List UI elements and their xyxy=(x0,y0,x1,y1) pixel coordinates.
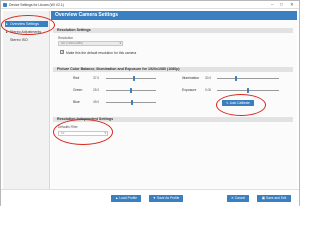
resolution-independent-header: Resolution Independent Settings xyxy=(53,117,293,122)
exposure-label: Exposure xyxy=(182,88,197,92)
red-label: Red xyxy=(73,76,80,80)
close-icon: ✕ xyxy=(230,196,234,200)
save-icon: ▣ xyxy=(261,196,265,200)
red-slider-thumb[interactable] xyxy=(132,76,135,81)
illumination-label: Illumination xyxy=(182,76,200,80)
sidebar-item-stereo-iso[interactable]: Stereo ISO xyxy=(5,37,48,43)
red-slider[interactable] xyxy=(106,78,156,80)
sidebar: ▸ Overview Settings ▸ Stereo Adjustments… xyxy=(3,11,50,189)
maximize-icon[interactable]: □ xyxy=(280,2,283,8)
load-profile-button[interactable]: ▲Load Profile xyxy=(111,195,141,202)
illumination-slider-thumb[interactable] xyxy=(234,76,237,81)
resolution-select[interactable]: HD (1920x1080) ▾ xyxy=(58,41,123,46)
sidebar-item-label: Stereo Adjustments xyxy=(10,30,42,34)
upload-icon: ▲ xyxy=(115,196,119,200)
download-icon: ▼ xyxy=(152,196,156,200)
chevron-down-icon: ▾ xyxy=(104,131,106,135)
minimize-icon[interactable]: – xyxy=(271,2,274,8)
illumination-slider[interactable] xyxy=(217,78,279,80)
save-and-exit-label: Save and Exit xyxy=(265,196,287,200)
save-as-profile-label: Save As Profile xyxy=(156,196,180,200)
color-balance-header: Picture Color Balance, Illumination and … xyxy=(53,67,293,72)
sidebar-item-stereo-adjustments[interactable]: ▸ Stereo Adjustments xyxy=(5,29,48,35)
sidebar-item-label: Overview Settings xyxy=(10,22,39,26)
default-resolution-label: Make this the default resolution for thi… xyxy=(66,50,137,55)
defaults-filter-select[interactable]: 10 ▾ xyxy=(58,131,108,136)
illumination-value: 30.0 xyxy=(205,76,212,81)
settings-window: Device Settings for Lbcam (WI V2.1) – □ … xyxy=(0,0,300,206)
resolution-settings-header: Resolution Settings xyxy=(53,28,293,33)
save-and-exit-button[interactable]: ▣Save and Exit xyxy=(257,195,291,202)
load-profile-label: Load Profile xyxy=(119,196,137,200)
resolution-label: Resolution xyxy=(58,36,74,40)
blue-label: Blue xyxy=(73,100,80,104)
expand-arrow-icon: ▸ xyxy=(6,22,8,26)
sidebar-item-label: Stereo ISO xyxy=(10,38,28,42)
chevron-down-icon: ▾ xyxy=(119,41,121,45)
auto-calibrate-button[interactable]: ✎Auto Calibrate xyxy=(222,100,254,106)
resolution-value: HD (1920x1080) xyxy=(61,41,84,45)
wrench-icon: ✎ xyxy=(226,101,229,105)
green-value: 25.0 xyxy=(93,88,100,93)
exposure-value: 0.00 xyxy=(205,88,212,93)
auto-calibrate-label: Auto Calibrate xyxy=(229,101,250,105)
page-title: Overview Camera Settings xyxy=(51,11,297,20)
defaults-filter-value: 10 xyxy=(61,131,65,135)
cancel-label: Cancel xyxy=(234,196,246,200)
sidebar-item-overview-settings[interactable]: ▸ Overview Settings xyxy=(5,21,48,27)
blue-slider-thumb[interactable] xyxy=(131,100,133,105)
green-slider-thumb[interactable] xyxy=(130,88,132,93)
default-resolution-checkbox[interactable] xyxy=(60,50,64,54)
save-as-profile-button[interactable]: ▼Save As Profile xyxy=(149,195,183,202)
blue-value: 49.0 xyxy=(93,100,100,105)
close-icon[interactable]: ✕ xyxy=(290,2,294,8)
green-label: Green xyxy=(73,88,83,92)
exposure-slider-thumb[interactable] xyxy=(247,88,249,93)
red-value: 37.0 xyxy=(93,76,100,81)
expand-arrow-icon: ▸ xyxy=(6,30,8,34)
cancel-button[interactable]: ✕Cancel xyxy=(227,195,249,202)
window-title: Device Settings for Lbcam (WI V2.1) xyxy=(9,2,64,7)
defaults-filter-label: Defaults Filter xyxy=(58,125,78,129)
footer-bar: ▲Load Profile ▼Save As Profile ✕Cancel ▣… xyxy=(1,189,299,206)
title-bar: Device Settings for Lbcam (WI V2.1) – □ … xyxy=(1,1,299,9)
app-icon xyxy=(3,3,7,7)
main-content: Overview Camera Settings Resolution Sett… xyxy=(51,11,297,189)
